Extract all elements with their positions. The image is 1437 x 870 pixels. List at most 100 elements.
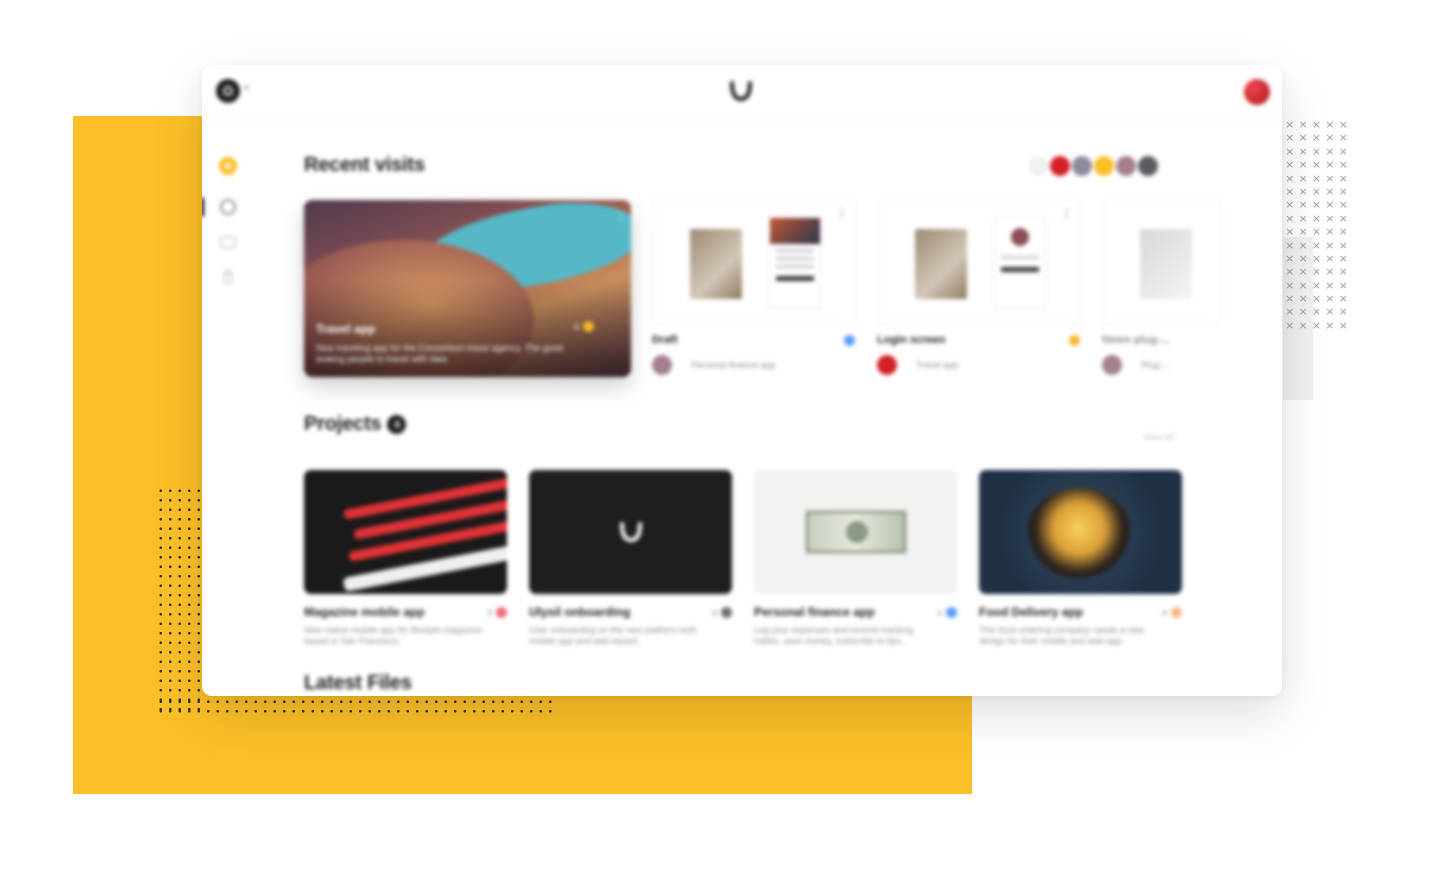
x-mark: × [1285, 265, 1295, 279]
avatar[interactable] [1092, 154, 1116, 178]
chevron-down-icon[interactable]: ▾ [244, 83, 249, 94]
avatar[interactable] [1026, 154, 1050, 178]
more-icon[interactable]: ⋮ [615, 210, 627, 224]
dot-pattern-vertical [156, 486, 200, 716]
more-icon[interactable]: ⋮ [836, 207, 847, 220]
dot-pattern-horizontal [156, 697, 558, 719]
x-mark: × [1298, 318, 1308, 332]
project-image [754, 470, 957, 594]
hero-description: New traveling app for the Consortium tra… [316, 343, 563, 364]
project-meta: 4 [712, 607, 732, 618]
recent-card-login[interactable]: ⋮ [877, 200, 1081, 324]
project-card[interactable]: Personal finance app 4 Log your expenses… [754, 470, 957, 646]
recent-card-project: Personal finance app [691, 360, 776, 370]
x-mark: × [1298, 171, 1308, 185]
project-title: Ulysil onboarding [529, 605, 631, 619]
blurred-app-content: ▾ Recent visits ⋮ Travel app 4 New trave… [202, 65, 1282, 696]
x-mark: × [1325, 292, 1335, 306]
project-description: This food ordering company needs a new d… [979, 625, 1145, 646]
x-mark: × [1285, 278, 1295, 292]
circle-icon[interactable] [218, 197, 238, 217]
project-image [304, 470, 507, 594]
folder-icon[interactable] [218, 232, 238, 252]
x-mark: × [1298, 158, 1308, 172]
recent-card-title: Login screen [877, 334, 946, 346]
project-image [979, 470, 1182, 594]
more-icon[interactable]: ⋮ [1061, 207, 1072, 220]
view-all-link[interactable]: View all [1143, 432, 1174, 442]
x-mark: × [1325, 144, 1335, 158]
x-mark: × [1338, 198, 1348, 212]
workspace-circle-icon[interactable] [216, 79, 240, 103]
avatar[interactable] [1070, 154, 1094, 178]
status-dot [946, 607, 957, 618]
x-mark: × [1325, 265, 1335, 279]
file-thumbnail [915, 229, 967, 299]
recent-hero-card[interactable]: ⋮ Travel app 4 New traveling app for the… [304, 200, 631, 377]
recent-card-draft[interactable]: ⋮ [652, 200, 856, 324]
sidebar [202, 119, 257, 696]
projects-heading: Projects 4 [304, 413, 407, 436]
x-mark: × [1298, 305, 1308, 319]
projects-title: Projects [304, 413, 382, 435]
home-icon[interactable] [218, 156, 238, 176]
project-meta: 4 [487, 607, 507, 618]
phone-mockup [769, 217, 821, 309]
phone-mockup [994, 217, 1046, 309]
avatar[interactable] [1136, 154, 1160, 178]
x-mark: × [1298, 184, 1308, 198]
x-mark: × [1325, 225, 1335, 239]
x-mark: × [1298, 198, 1308, 212]
project-card[interactable]: Food Delivery app 4 This food ordering c… [979, 470, 1182, 646]
x-mark: × [1285, 131, 1295, 145]
x-mark: × [1338, 251, 1348, 265]
project-card[interactable]: Magazine mobile app 4 New native mobile … [304, 470, 507, 646]
x-mark: × [1298, 131, 1308, 145]
avatar [652, 355, 672, 375]
x-mark: × [1311, 318, 1322, 332]
status-dot [721, 607, 732, 618]
project-title: Personal finance app [754, 605, 875, 619]
avatar[interactable] [1048, 154, 1072, 178]
status-dot [1069, 335, 1080, 346]
recent-card-project: Travel app [916, 360, 959, 370]
user-avatar[interactable] [1244, 79, 1270, 105]
x-mark: × [1311, 225, 1322, 239]
status-dot [844, 335, 855, 346]
dollar-bill-image [805, 511, 906, 553]
collaborator-avatars[interactable] [1026, 154, 1160, 178]
status-dot [496, 607, 507, 618]
project-title: Food Delivery app [979, 605, 1084, 619]
recent-card-title: Draft [652, 334, 678, 346]
x-mark: × [1285, 171, 1295, 185]
x-mark: × [1325, 251, 1335, 265]
x-mark: × [1338, 305, 1348, 319]
x-mark: × [1285, 198, 1295, 212]
x-mark: × [1311, 171, 1322, 185]
recent-card-news[interactable] [1102, 200, 1222, 324]
x-mark: × [1311, 144, 1322, 158]
x-mark: × [1311, 211, 1322, 225]
project-meta: 4 [1162, 607, 1182, 618]
avatar[interactable] [1114, 154, 1138, 178]
x-mark: × [1298, 225, 1308, 239]
x-mark: × [1285, 144, 1295, 158]
x-mark: × [1325, 278, 1335, 292]
x-mark: × [1325, 171, 1335, 185]
status-dot [1171, 607, 1182, 618]
x-pattern-decoration: × × × × × × × × × × × × × × × × × × × × × × × × × × × × × × × × × × × × × × × ×… [1283, 118, 1353, 333]
x-mark: × [1311, 238, 1322, 252]
project-count: 4 [711, 607, 717, 618]
x-mark: × [1298, 211, 1308, 225]
x-mark: × [1338, 171, 1348, 185]
status-dot [583, 321, 595, 332]
u-logo-icon[interactable] [728, 79, 754, 103]
x-mark: × [1325, 184, 1335, 198]
project-title: Magazine mobile app [304, 605, 425, 619]
x-mark: × [1325, 131, 1335, 145]
x-mark: × [1298, 251, 1308, 265]
project-card[interactable]: Ulysil onboarding 4 User onboarding on t… [529, 470, 732, 646]
project-description: New native mobile app for lifestyle maga… [304, 625, 483, 646]
trash-icon[interactable] [218, 267, 238, 287]
x-mark: × [1338, 238, 1348, 252]
